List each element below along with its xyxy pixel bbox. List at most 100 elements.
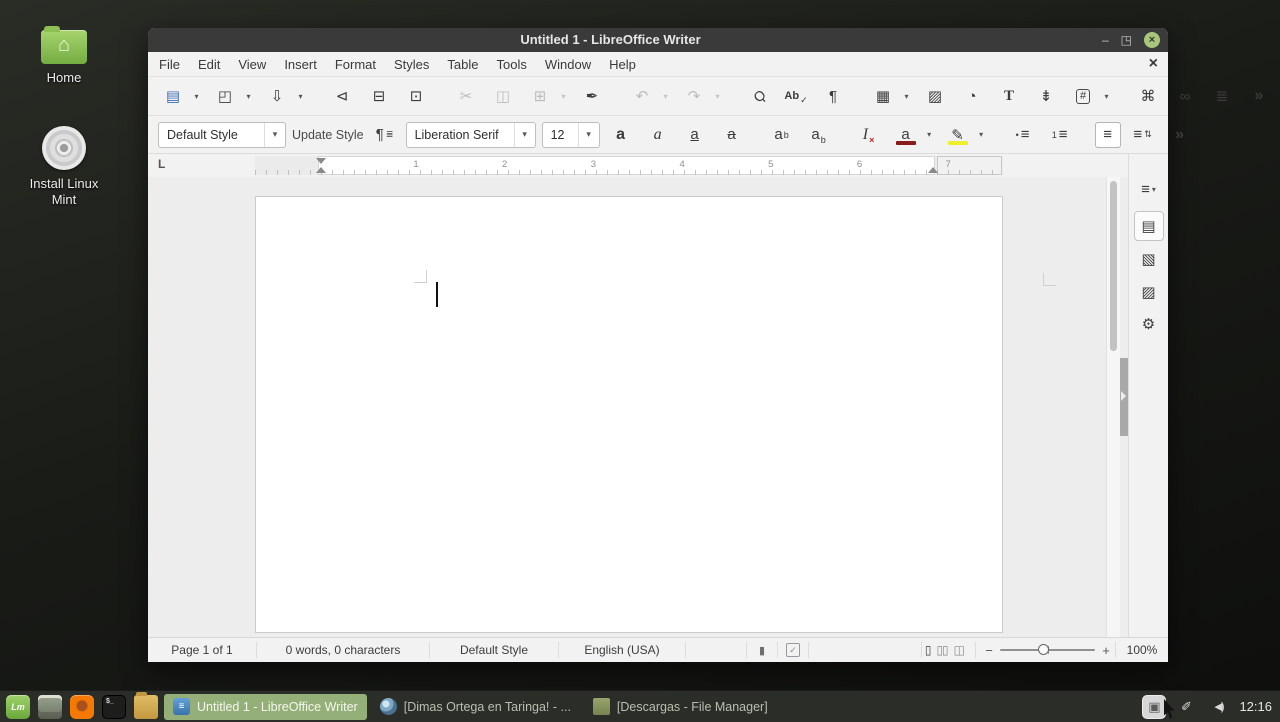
task-filemanager[interactable]: [Descargas - File Manager] [584,694,777,720]
insert-field-button[interactable]: # [1068,83,1098,109]
print-preview-button[interactable]: ⊡ [401,83,431,109]
save-button[interactable]: ⇩ [262,83,292,109]
tray-network-icon[interactable]: ✐ [1175,696,1197,718]
new-document-button[interactable]: ▤ [158,83,188,109]
sidebar-menu-button[interactable]: ≡ ▾ [1134,174,1164,204]
sidebar-tab-gallery[interactable]: ▨ [1134,277,1164,307]
print-button[interactable]: ⊟ [364,83,394,109]
view-single-page-icon[interactable]: ▯ [925,643,932,657]
status-page-number[interactable]: Page 1 of 1 [148,643,256,657]
insert-field-button-dropdown[interactable]: ▾ [1100,83,1113,109]
sidebar-tab-properties[interactable]: ▤ [1133,211,1164,241]
update-style-button[interactable]: Update Style [292,128,364,142]
paragraph-style-dropdown[interactable]: ▾ [264,122,285,147]
numbered-list-button[interactable]: ≡ 1 [1045,122,1075,148]
font-name-combo[interactable]: Liberation Serif ▾ [405,121,536,148]
find-replace-button[interactable]: Ϙ [744,83,774,109]
status-page-style[interactable]: Default Style [430,643,558,657]
tray-volume-icon[interactable]: ◀) [1207,696,1229,718]
scrollbar-thumb[interactable] [1110,181,1117,351]
paste-button-dropdown[interactable]: ▾ [557,83,570,109]
sidebar-tab-page[interactable]: ▧ [1134,244,1164,274]
strikethrough-button[interactable]: a [717,122,747,148]
show-desktop-button[interactable] [38,694,62,719]
font-size-dropdown[interactable]: ▾ [577,122,599,147]
export-pdf-button[interactable]: ⊲ [327,83,357,109]
menu-styles[interactable]: Styles [385,54,438,75]
underline-button[interactable]: a [680,122,710,148]
insert-pagebreak-button[interactable]: ⇟ [1031,83,1061,109]
italic-button[interactable]: a [643,122,673,148]
bold-button[interactable]: a [606,122,636,148]
special-character-button[interactable]: ⌘ [1133,83,1163,109]
insert-table-button-dropdown[interactable]: ▾ [900,83,913,109]
paragraph-style-combo[interactable]: Default Style ▾ [158,121,286,148]
selection-mode-icon[interactable]: ▮ [747,644,777,657]
cut-button[interactable]: ✂ [451,83,481,109]
insert-textbox-button[interactable]: T [994,83,1024,109]
menu-view[interactable]: View [229,54,275,75]
zoom-in-button[interactable]: + [1097,643,1115,658]
open-button[interactable]: ◰ [210,83,240,109]
copy-button[interactable]: ◫ [488,83,518,109]
menu-table[interactable]: Table [438,54,487,75]
view-multi-page-icon[interactable]: ▯▯ [936,643,948,657]
align-left-button[interactable]: ≡ [1094,121,1121,148]
status-language[interactable]: English (USA) [559,643,685,657]
superscript-button[interactable]: ab [767,122,797,148]
status-word-count[interactable]: 0 words, 0 characters [257,643,429,657]
spelling-button[interactable]: Ab ✓ [781,83,811,109]
insert-chart-button[interactable]: ◔ [957,83,987,109]
firefox-launcher[interactable] [70,694,94,719]
menu-tools[interactable]: Tools [487,54,535,75]
bullet-list-button[interactable]: ≡ • [1008,122,1038,148]
task-writer[interactable]: ≡ Untitled 1 - LibreOffice Writer [164,693,367,720]
set-paragraph-style-button[interactable]: ¶ ≣ [370,122,400,148]
new-document-button-dropdown[interactable]: ▾ [190,83,203,109]
menu-help[interactable]: Help [600,54,645,75]
menu-edit[interactable]: Edit [189,54,229,75]
format-overflow-button[interactable]: » [1165,122,1195,148]
clear-formatting-button[interactable]: I × [854,122,884,148]
redo-button-dropdown[interactable]: ▾ [711,83,724,109]
highlight-color-button-dropdown[interactable]: ▾ [975,122,988,148]
insert-hyperlink-button[interactable]: ∞ [1170,83,1200,109]
restore-button[interactable]: ◳ [1121,34,1132,46]
zoom-slider-thumb[interactable] [1038,644,1049,655]
highlight-color-button[interactable]: ✎ [943,122,973,148]
menu-insert[interactable]: Insert [275,54,326,75]
close-button[interactable]: × [1144,32,1160,48]
tab-stop-selector[interactable]: L [158,157,165,171]
files-launcher[interactable] [134,691,158,719]
open-button-dropdown[interactable]: ▾ [242,83,255,109]
subscript-button[interactable]: ab [804,122,834,148]
view-book-icon[interactable]: ◫ [954,643,965,657]
vertical-scrollbar[interactable] [1106,177,1120,637]
document-page[interactable] [255,196,1056,633]
task-browser[interactable]: [Dimas Ortega en Taringa! - ... [371,694,580,720]
toolbar-overflow-button[interactable]: » [1244,83,1274,109]
font-name-dropdown[interactable]: ▾ [513,122,535,147]
menu-file[interactable]: File [150,54,189,75]
indent-marker-right[interactable] [928,157,938,174]
font-color-button[interactable]: a [891,122,921,148]
font-color-button-dropdown[interactable]: ▾ [923,122,936,148]
menu-window[interactable]: Window [536,54,600,75]
desktop-icon-install-linux-mint[interactable]: Install Linux Mint [22,126,106,208]
tray-notification-icon[interactable]: ▣ [1143,695,1166,718]
sidebar-collapse-handle[interactable] [1120,358,1128,436]
insert-table-button[interactable]: ▦ [868,83,898,109]
zoom-slider[interactable] [1000,644,1095,655]
clone-formatting-button[interactable]: ✒ [577,83,607,109]
formatting-marks-button[interactable]: ¶ [818,83,848,109]
minimize-button[interactable]: – [1102,34,1109,46]
undo-button[interactable]: ↶ [627,83,657,109]
font-size-combo[interactable]: 12 ▾ [541,121,600,148]
zoom-level[interactable]: 100% [1116,643,1168,657]
menu-format[interactable]: Format [326,54,385,75]
sidebar-tab-settings[interactable]: ⚙ [1134,309,1164,339]
undo-button-dropdown[interactable]: ▾ [659,83,672,109]
close-document-icon[interactable]: × [1149,56,1168,72]
document-modified-icon[interactable]: ✓ [778,643,808,657]
save-button-dropdown[interactable]: ▾ [294,83,307,109]
